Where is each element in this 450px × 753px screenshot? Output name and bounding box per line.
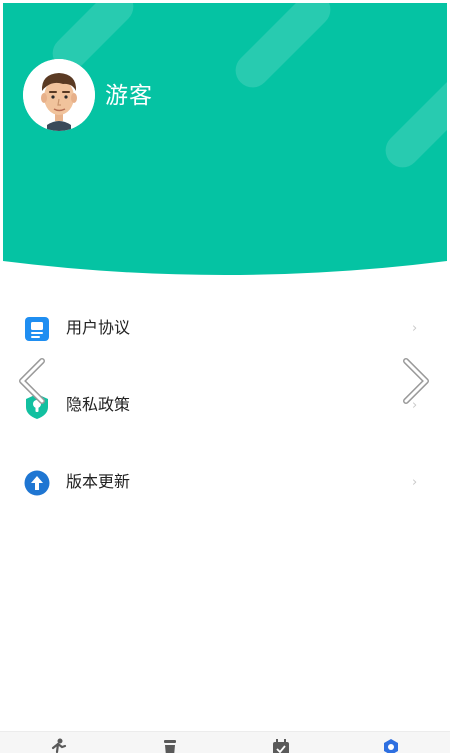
profile-header: 游客 <box>3 3 447 278</box>
menu-item-privacy-policy[interactable]: 隐私政策 › <box>0 367 450 444</box>
menu-item-label: 版本更新 <box>66 472 131 491</box>
run-icon[interactable] <box>48 738 68 753</box>
settings-menu: 用户协议 › 隐私政策 › 版本更新 › <box>0 290 450 521</box>
chevron-right-icon: › <box>412 475 418 490</box>
upload-arrow-icon <box>24 470 50 496</box>
settings-icon[interactable] <box>381 738 401 753</box>
bottom-tab-bar <box>0 731 450 753</box>
cup-icon[interactable] <box>160 738 180 753</box>
document-icon <box>25 317 49 341</box>
chevron-right-icon: › <box>412 321 418 336</box>
calendar-icon[interactable] <box>271 738 291 753</box>
username: 游客 <box>105 83 153 109</box>
previous-arrow-icon[interactable] <box>14 358 50 404</box>
menu-item-user-agreement[interactable]: 用户协议 › <box>0 290 450 367</box>
avatar-face-icon <box>23 59 95 131</box>
menu-item-label: 隐私政策 <box>66 395 131 414</box>
next-arrow-icon[interactable] <box>398 358 434 404</box>
avatar[interactable] <box>23 59 95 131</box>
menu-item-label: 用户协议 <box>66 318 131 337</box>
menu-item-version-update[interactable]: 版本更新 › <box>0 444 450 521</box>
